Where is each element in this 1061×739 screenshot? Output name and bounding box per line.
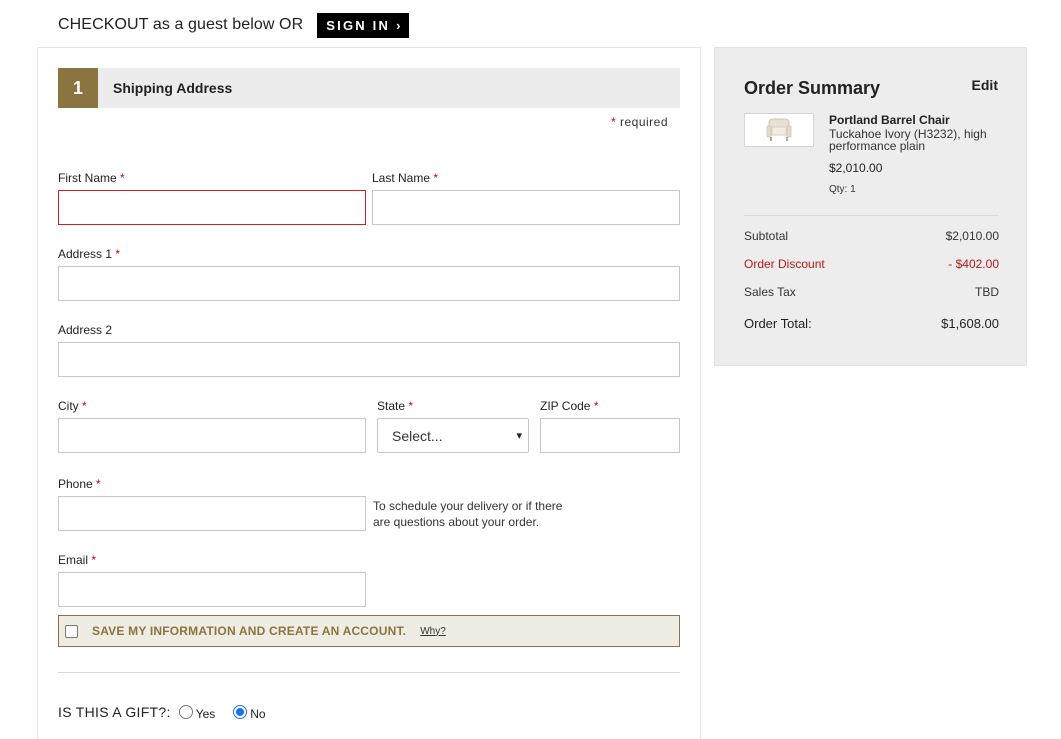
address1-label: Address 1 *	[58, 247, 120, 261]
discount-row: Order Discount - $402.00	[744, 257, 999, 271]
email-input[interactable]	[58, 572, 366, 607]
state-label-text: State	[377, 399, 406, 413]
gift-question: IS THIS A GIFT?:	[58, 704, 171, 720]
required-star: *	[433, 171, 439, 185]
edit-cart-link[interactable]: Edit	[972, 77, 998, 93]
sales-tax-value: TBD	[975, 285, 999, 299]
email-label: Email *	[58, 553, 96, 567]
product-price: $2,010.00	[829, 161, 883, 175]
gift-yes-label: Yes	[195, 707, 216, 721]
chevron-down-icon: ▾	[516, 430, 522, 442]
gift-no-radio[interactable]	[233, 705, 248, 719]
required-note-text: required	[619, 115, 668, 129]
required-star: *	[115, 247, 121, 261]
order-total-row: Order Total: $1,608.00	[744, 316, 999, 331]
address2-input[interactable]	[58, 342, 680, 377]
order-summary-panel: Order Summary Edit Portland Barrel Chair…	[714, 47, 1027, 366]
city-input[interactable]	[58, 418, 366, 453]
shipping-section-header: 1 Shipping Address	[58, 68, 680, 108]
order-total-label: Order Total:	[744, 316, 812, 331]
barrel-chair-image	[766, 118, 792, 141]
checkout-header: CHECKOUT as a guest below OR SIGN IN ›	[58, 12, 410, 38]
order-summary-title: Order Summary	[744, 78, 881, 98]
divider	[58, 672, 680, 673]
email-label-text: Email	[58, 553, 89, 567]
gift-yes-option[interactable]: Yes	[178, 703, 216, 721]
order-total-value: $1,608.00	[941, 316, 999, 331]
required-star: *	[120, 171, 125, 185]
discount-label: Order Discount	[744, 257, 825, 271]
checkout-title: CHECKOUT as a guest below OR	[58, 16, 304, 33]
step-number: 1	[58, 68, 98, 108]
gift-yes-radio[interactable]	[178, 705, 193, 719]
required-star: *	[82, 399, 87, 413]
sales-tax-row: Sales Tax TBD	[744, 285, 999, 299]
last-name-label-text: Last Name	[372, 171, 431, 185]
city-label-text: City	[58, 399, 79, 413]
first-name-input[interactable]	[58, 190, 366, 225]
first-name-label: First Name *	[58, 171, 125, 185]
required-star: *	[408, 399, 414, 413]
address2-label-text: Address 2	[58, 323, 113, 337]
required-note: * required	[611, 115, 668, 129]
gift-no-option[interactable]: No	[233, 703, 266, 721]
city-label: City *	[58, 399, 87, 413]
sign-in-label: SIGN IN	[326, 17, 391, 33]
product-qty: Qty: 1	[829, 184, 856, 195]
zip-label-text: ZIP Code	[540, 399, 591, 413]
chevron-right-icon: ›	[396, 17, 401, 33]
subtotal-value: $2,010.00	[945, 229, 999, 243]
gift-no-label: No	[250, 707, 266, 721]
phone-input[interactable]	[58, 496, 366, 531]
save-account-label: SAVE MY INFORMATION AND CREATE AN ACCOUN…	[92, 624, 407, 638]
address1-input[interactable]	[58, 266, 680, 301]
why-link[interactable]: Why?	[420, 626, 446, 637]
first-name-label-text: First Name	[58, 171, 117, 185]
gift-question-row: IS THIS A GIFT?: Yes No	[58, 703, 266, 721]
required-star: *	[610, 115, 617, 129]
product-thumbnail[interactable]	[744, 113, 814, 147]
state-select[interactable]: Select... ▾	[377, 418, 529, 453]
address2-label: Address 2	[58, 323, 112, 337]
zip-input[interactable]	[540, 418, 680, 453]
state-selected-value: Select...	[392, 427, 443, 444]
phone-label: Phone *	[58, 477, 101, 491]
sign-in-button[interactable]: SIGN IN ›	[317, 12, 410, 38]
save-account-box: SAVE MY INFORMATION AND CREATE AN ACCOUN…	[58, 615, 680, 647]
shipping-form-panel: 1 Shipping Address * required First Name…	[37, 47, 701, 739]
summary-divider	[744, 215, 999, 216]
zip-label: ZIP Code *	[540, 399, 599, 413]
phone-helper-text: To schedule your delivery or if there ar…	[373, 499, 563, 529]
required-star: *	[91, 553, 97, 567]
sales-tax-label: Sales Tax	[744, 285, 796, 299]
subtotal-label: Subtotal	[744, 229, 789, 243]
state-label: State *	[377, 399, 413, 413]
product-name[interactable]: Portland Barrel Chair	[829, 113, 950, 127]
last-name-input[interactable]	[372, 190, 680, 225]
discount-value: - $402.00	[948, 257, 999, 271]
subtotal-row: Subtotal $2,010.00	[744, 229, 999, 243]
address1-label-text: Address 1	[58, 247, 113, 261]
product-description: Tuckahoe Ivory (H3232), high performance…	[829, 127, 987, 153]
section-title: Shipping Address	[113, 80, 233, 96]
save-account-checkbox[interactable]	[65, 624, 78, 638]
last-name-label: Last Name *	[372, 171, 438, 185]
phone-label-text: Phone	[58, 477, 93, 491]
required-star: *	[96, 477, 101, 491]
required-star: *	[593, 399, 599, 413]
